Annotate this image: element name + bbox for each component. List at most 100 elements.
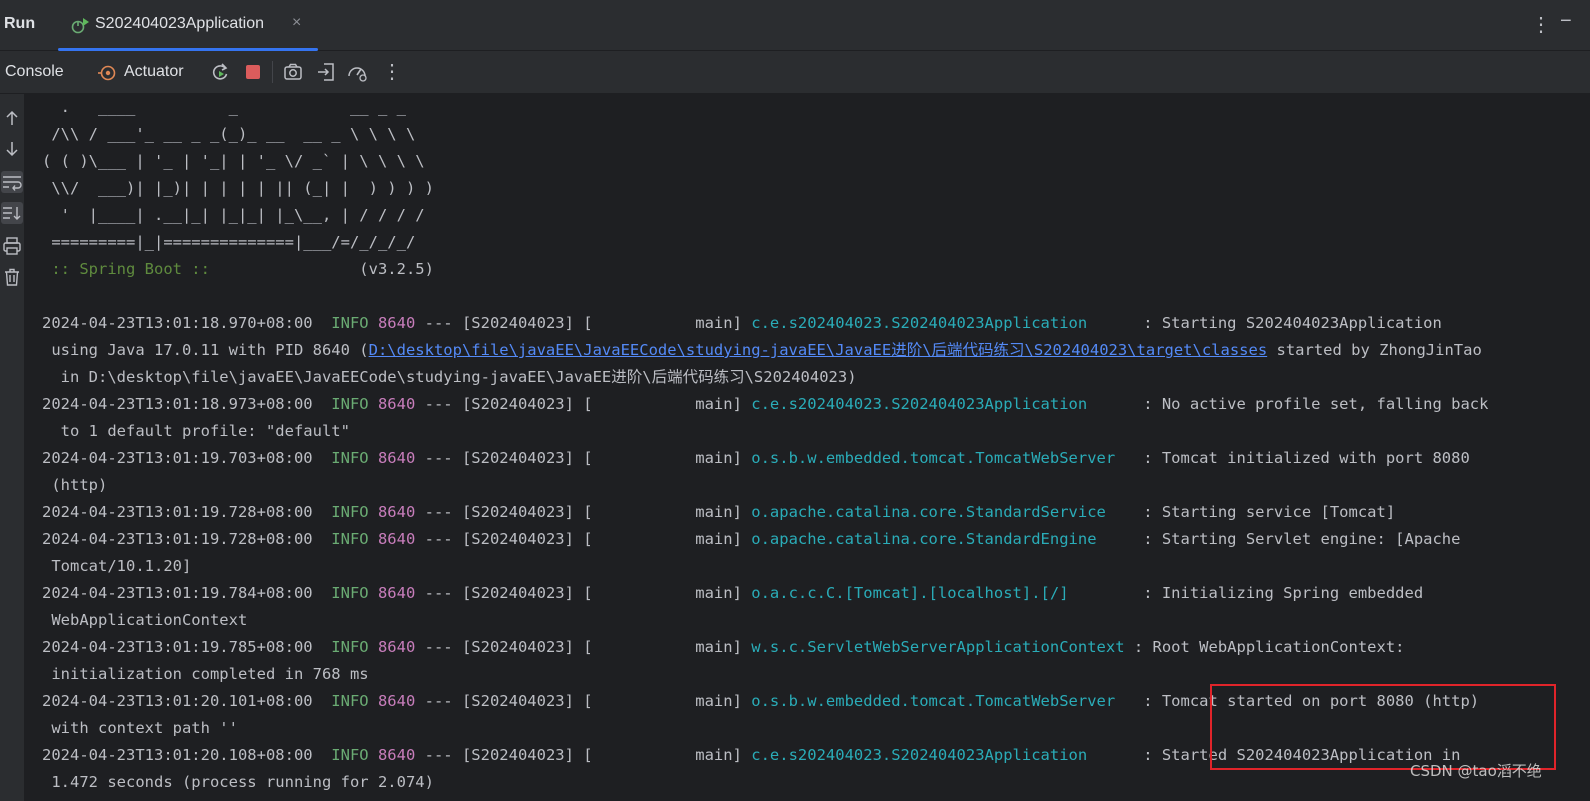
log-thread: --- [S202404023] [ main] (415, 503, 752, 521)
log-timestamp: 2024-04-23T13:01:19.784+08:00 (42, 584, 313, 602)
tab-console[interactable]: Console (5, 63, 64, 81)
log-thread: --- [S202404023] [ main] (415, 638, 752, 656)
log-continuation: (http) (42, 476, 108, 494)
log-level: INFO (331, 314, 369, 332)
banner-line: \\/ ___)| |_)| | | | | || (_| | ) ) ) ) (42, 179, 434, 197)
log-logger: o.s.b.w.embedded.tomcat.TomcatWebServer (751, 692, 1134, 710)
console-side-toolbar (0, 94, 24, 801)
watermark: CSDN @tao滔不绝 (1410, 762, 1542, 780)
banner-line: ( ( )\___ | '_ | '_| | '_ \/ _` | \ \ \ … (42, 152, 425, 170)
log-thread: --- [S202404023] [ main] (415, 530, 752, 548)
log-continuation: Tomcat/10.1.20] (42, 557, 192, 575)
tab-s202404023application[interactable]: S202404023Application × (58, 0, 318, 51)
scroll-to-end-icon[interactable] (1, 202, 23, 224)
banner-line: /\\ / ___'_ __ _ _(_)_ __ __ _ \ \ \ \ (42, 125, 416, 143)
log-line: 2024-04-23T13:01:19.703+08:00 INFO 8640 … (42, 445, 1470, 472)
log-level: INFO (331, 395, 369, 413)
log-level: INFO (331, 449, 369, 467)
log-continuation: 1.472 seconds (process running for 2.074… (42, 773, 434, 791)
log-thread: --- [S202404023] [ main] (415, 395, 752, 413)
log-continuation: with context path '' (42, 719, 238, 737)
log-timestamp: 2024-04-23T13:01:19.728+08:00 (42, 530, 313, 548)
tab-label: S202404023Application (95, 15, 265, 32)
spring-boot-version-line: :: Spring Boot :: (v3.2.5) (42, 256, 434, 283)
log-timestamp: 2024-04-23T13:01:20.101+08:00 (42, 692, 313, 710)
log-level: INFO (331, 584, 369, 602)
gauge-icon[interactable] (346, 61, 368, 83)
spring-boot-run-icon (71, 18, 89, 34)
log-line: 2024-04-23T13:01:19.785+08:00 INFO 8640 … (42, 634, 1404, 661)
log-timestamp: 2024-04-23T13:01:18.970+08:00 (42, 314, 313, 332)
log-line: 2024-04-23T13:01:18.973+08:00 INFO 8640 … (42, 391, 1488, 418)
log-pid: 8640 (377, 395, 416, 413)
print-icon[interactable] (1, 235, 23, 257)
exit-icon[interactable] (315, 61, 337, 83)
log-logger: o.apache.catalina.core.StandardService (751, 503, 1134, 521)
log-continuation: initialization completed in 768 ms (42, 665, 369, 683)
log-line: 2024-04-23T13:01:19.784+08:00 INFO 8640 … (42, 580, 1423, 607)
arrow-up-icon[interactable] (1, 107, 23, 129)
log-pid: 8640 (377, 314, 416, 332)
log-logger: w.s.c.ServletWebServerApplicationContext (751, 638, 1134, 656)
log-message: : No active profile set, falling back (1133, 395, 1489, 413)
log-continuation: using Java 17.0.11 with PID 8640 (D:\des… (42, 337, 1482, 364)
log-message: : Initializing Spring embedded (1133, 584, 1424, 602)
classpath-link[interactable]: D:\desktop\file\javaEE\JavaEECode\studyi… (369, 341, 1268, 359)
close-icon[interactable]: × (292, 14, 301, 32)
log-pid: 8640 (377, 692, 416, 710)
log-level: INFO (331, 638, 369, 656)
log-line: 2024-04-23T13:01:18.970+08:00 INFO 8640 … (42, 310, 1442, 337)
run-toolbar: Console Actuator ⋮ (0, 51, 1590, 93)
log-message: : Root WebApplicationContext: (1133, 638, 1405, 656)
soft-wrap-icon[interactable] (1, 171, 23, 193)
log-thread: --- [S202404023] [ main] (415, 449, 752, 467)
banner-line: ' |____| .__|_| |_|_| |_\__, | / / / / (42, 206, 425, 224)
more-options-icon[interactable]: ⋮ (1531, 12, 1551, 37)
banner-line: =========|_|==============|___/=/_/_/_/ (42, 233, 416, 251)
log-pid: 8640 (377, 530, 416, 548)
log-thread: --- [S202404023] [ main] (415, 314, 752, 332)
log-pid: 8640 (377, 746, 416, 764)
log-timestamp: 2024-04-23T13:01:19.785+08:00 (42, 638, 313, 656)
minimize-icon[interactable]: − (1560, 10, 1572, 33)
log-message: : Starting Servlet engine: [Apache (1133, 530, 1461, 548)
log-pid: 8640 (377, 638, 416, 656)
spring-boot-version: (v3.2.5) (209, 260, 434, 278)
more-options-icon[interactable]: ⋮ (382, 59, 402, 84)
log-pid: 8640 (377, 503, 416, 521)
log-level: INFO (331, 692, 369, 710)
log-pid: 8640 (377, 449, 416, 467)
log-pid: 8640 (377, 584, 416, 602)
log-level: INFO (331, 530, 369, 548)
log-logger: o.a.c.c.C.[Tomcat].[localhost].[/] (751, 584, 1134, 602)
log-timestamp: 2024-04-23T13:01:18.973+08:00 (42, 395, 313, 413)
log-line: 2024-04-23T13:01:19.728+08:00 INFO 8640 … (42, 526, 1460, 553)
rerun-icon[interactable] (209, 61, 231, 83)
toolbar-divider (272, 61, 273, 83)
run-tool-window-header: Run S202404023Application × ⋮ − (0, 0, 1590, 51)
log-logger: c.e.s202404023.S202404023Application (751, 314, 1134, 332)
arrow-down-icon[interactable] (1, 138, 23, 160)
log-logger: o.s.b.w.embedded.tomcat.TomcatWebServer (751, 449, 1134, 467)
log-message: using Java 17.0.11 with PID 8640 ( (42, 341, 369, 359)
log-continuation: to 1 default profile: "default" (42, 422, 350, 440)
log-timestamp: 2024-04-23T13:01:19.703+08:00 (42, 449, 313, 467)
log-thread: --- [S202404023] [ main] (415, 692, 752, 710)
log-message: : Starting service [Tomcat] (1133, 503, 1396, 521)
trash-icon[interactable] (1, 266, 23, 288)
log-message: : Starting S202404023Application (1133, 314, 1442, 332)
stop-icon[interactable] (242, 61, 264, 83)
actuator-icon (98, 65, 116, 81)
log-message: : Tomcat initialized with port 8080 (1133, 449, 1470, 467)
actuator-label: Actuator (124, 63, 184, 80)
camera-icon[interactable] (282, 61, 304, 83)
banner-line: . ____ _ __ _ _ (42, 98, 406, 116)
log-level: INFO (331, 746, 369, 764)
log-timestamp: 2024-04-23T13:01:19.728+08:00 (42, 503, 313, 521)
log-message: started by ZhongJinTao (1267, 341, 1482, 359)
log-thread: --- [S202404023] [ main] (415, 584, 752, 602)
spring-boot-label: :: Spring Boot :: (42, 260, 210, 278)
log-continuation: in D:\desktop\file\javaEE\JavaEECode\stu… (42, 368, 857, 386)
run-title: Run (4, 15, 36, 32)
log-thread: --- [S202404023] [ main] (415, 746, 752, 764)
